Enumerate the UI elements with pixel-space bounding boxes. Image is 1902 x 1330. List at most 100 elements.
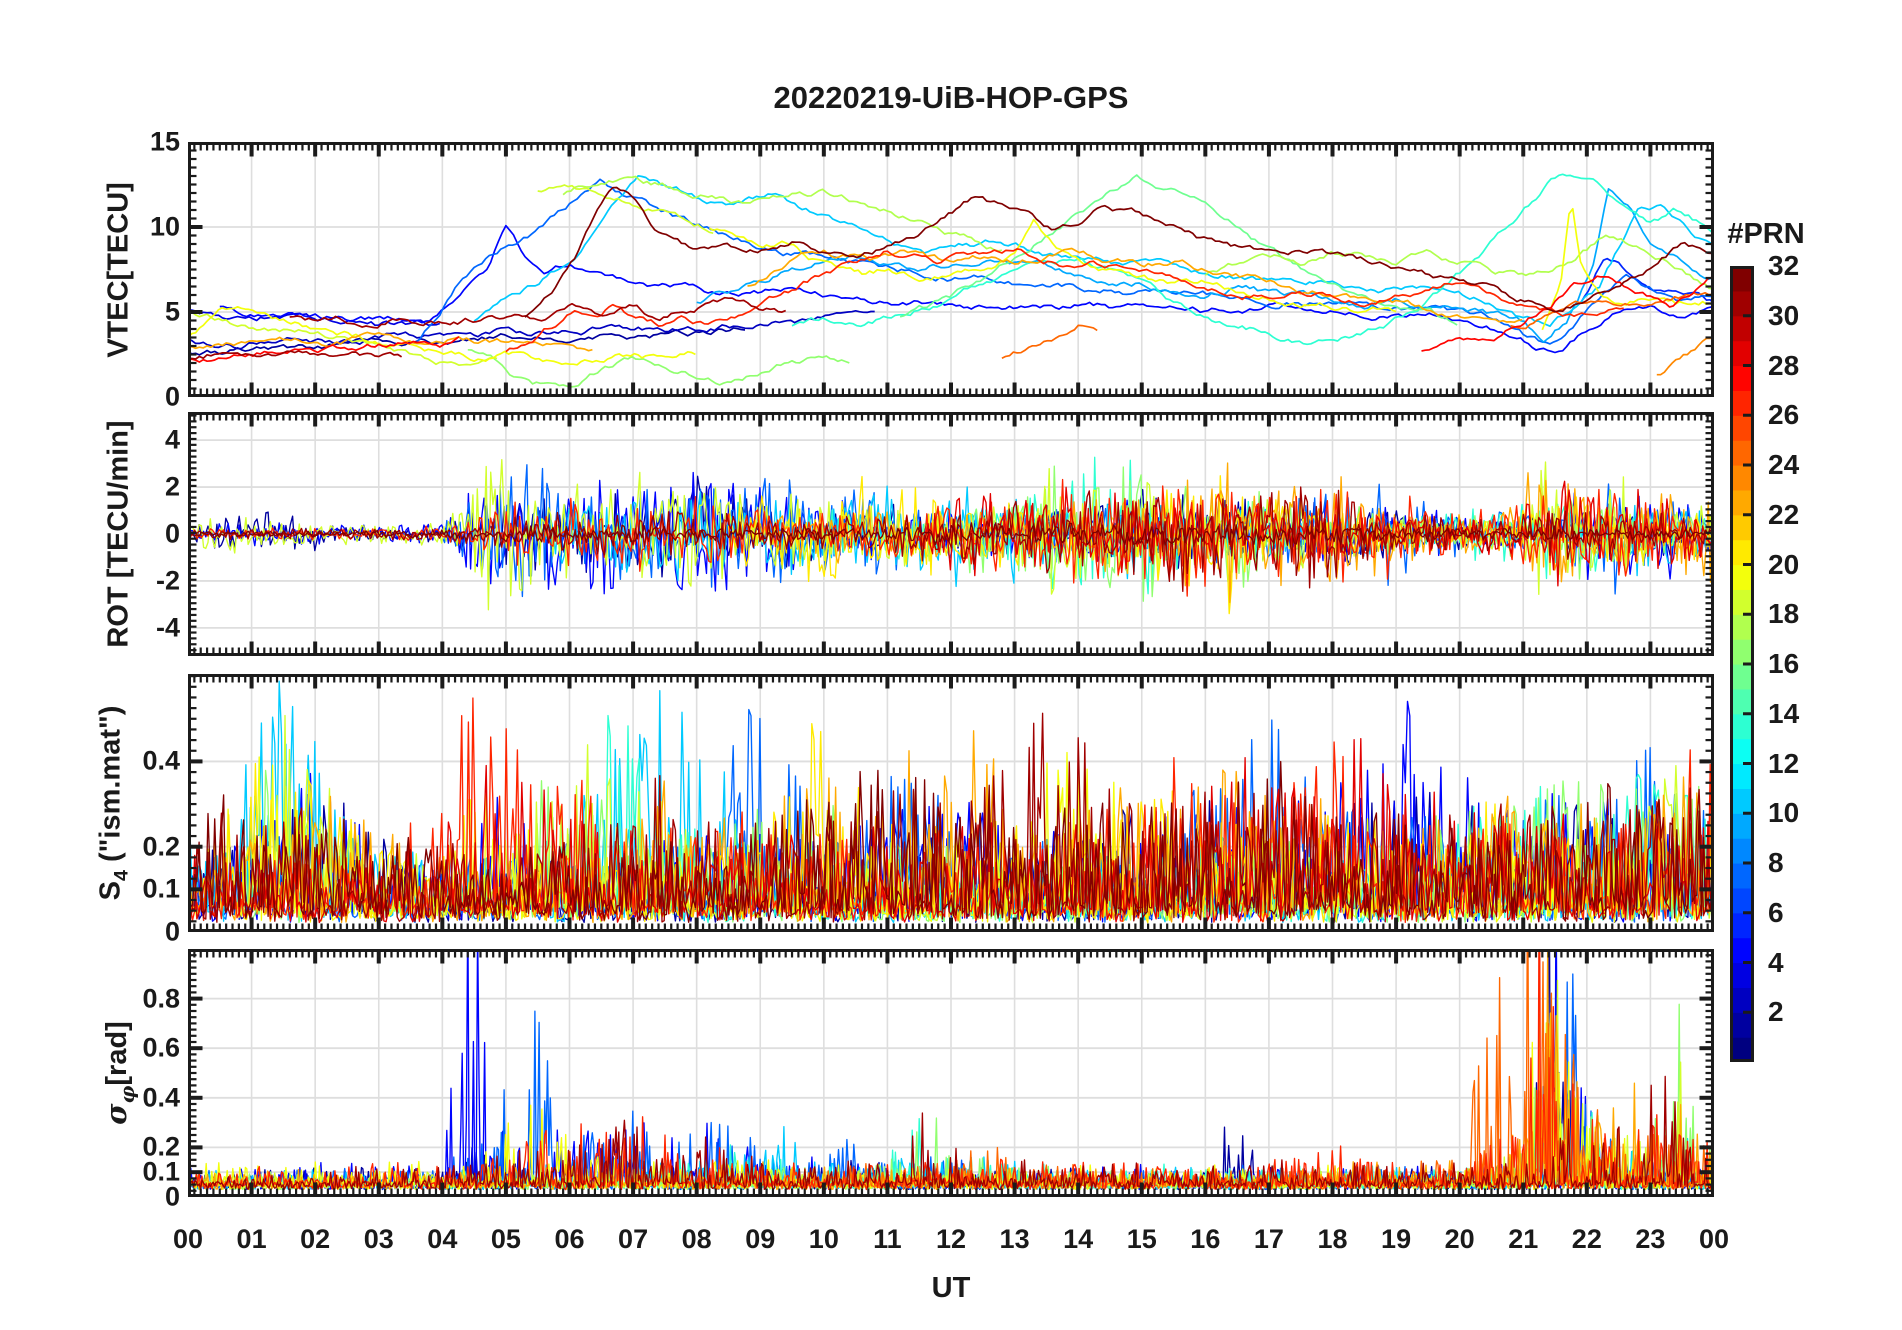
y-tick-label: 0.2	[142, 1131, 180, 1162]
colorbar-cell	[1730, 489, 1754, 516]
colorbar-title: #PRN	[1727, 218, 1805, 250]
colorbar-cell	[1730, 763, 1754, 789]
colorbar-cell	[1730, 290, 1754, 317]
y-tick-label: 0.6	[142, 1032, 180, 1063]
sigma-phi-panel	[188, 949, 1714, 1197]
x-tick-label: 01	[236, 1224, 267, 1254]
x-tick-label: 09	[745, 1224, 776, 1254]
colorbar-tick-label: 6	[1768, 896, 1784, 928]
colorbar-tick-label: 10	[1768, 797, 1800, 829]
y-tick-label: -2	[155, 565, 180, 596]
colorbar-cell	[1730, 639, 1754, 665]
s4-panel	[188, 674, 1714, 932]
x-tick-label: 00	[1698, 1224, 1730, 1254]
colorbar-cell	[1730, 788, 1754, 814]
colorbar-cell	[1730, 987, 1754, 1013]
x-tick-label: 06	[554, 1224, 585, 1254]
colorbar-tick-label: 32	[1768, 250, 1800, 281]
x-tick-label: 17	[1253, 1224, 1284, 1254]
colorbar-cell	[1730, 266, 1754, 292]
x-tick-label: 00	[172, 1224, 204, 1254]
colorbar-cell	[1730, 564, 1754, 590]
colorbar-cell	[1730, 440, 1754, 466]
colorbar-cell	[1730, 315, 1754, 342]
x-tick-label: 04	[427, 1224, 458, 1254]
colorbar-cell	[1730, 365, 1754, 391]
colorbar-cell	[1730, 1012, 1754, 1038]
colorbar-cell	[1730, 390, 1754, 416]
colorbar-tick-label: 4	[1768, 946, 1784, 978]
colorbar-cell	[1730, 887, 1754, 914]
colorbar-cell	[1730, 664, 1754, 690]
x-tick-label: 21	[1508, 1224, 1539, 1254]
colorbar-cell	[1730, 738, 1754, 765]
colorbar-cell	[1730, 614, 1754, 640]
x-tick-label: 14	[1063, 1224, 1094, 1254]
y-tick-label: 0	[164, 381, 180, 412]
colorbar-tick-label: 28	[1768, 349, 1800, 381]
x-tick-label: 13	[999, 1224, 1030, 1254]
y-axis-label-s4: S4 ("ism.mat")	[94, 706, 133, 901]
y-axis-label-vtec: VTEC[TECU]	[103, 182, 136, 358]
x-tick-label: 15	[1126, 1224, 1157, 1254]
colorbar-cell	[1730, 937, 1754, 964]
y-axis-label-vtec-text: VTEC[TECU]	[102, 182, 135, 358]
colorbar-tick-label: 14	[1768, 697, 1800, 729]
x-tick-label: 02	[300, 1224, 331, 1254]
y-tick-label: -4	[155, 612, 180, 643]
x-tick-label: 18	[1317, 1224, 1348, 1254]
colorbar-cell	[1730, 962, 1754, 988]
colorbar-cell	[1730, 589, 1754, 615]
colorbar-tick-label: 30	[1768, 299, 1800, 331]
y-tick-label: 5	[164, 296, 180, 327]
y-tick-label: 0	[164, 916, 180, 947]
x-tick-label: 20	[1444, 1224, 1475, 1254]
x-tick-label: 16	[1190, 1224, 1221, 1254]
x-tick-label: 22	[1571, 1224, 1602, 1254]
colorbar-cell	[1730, 912, 1754, 939]
colorbar-cell	[1730, 539, 1754, 566]
plot-title: 20220219-UiB-HOP-GPS	[773, 80, 1129, 115]
colorbar-cell	[1730, 838, 1754, 864]
colorbar-cell	[1730, 340, 1754, 367]
x-tick-label: 12	[935, 1224, 967, 1254]
y-tick-label: 2	[164, 471, 180, 502]
vtec-panel	[188, 142, 1714, 397]
x-tick-label: 23	[1635, 1224, 1666, 1254]
colorbar-cell	[1730, 465, 1754, 491]
rot-panel	[188, 412, 1714, 656]
x-tick-label: 10	[808, 1224, 839, 1254]
colorbar-tick-label: 8	[1768, 847, 1784, 878]
colorbar-tick-label: 26	[1768, 399, 1800, 431]
x-tick-label: 19	[1381, 1224, 1412, 1254]
y-tick-label: 15	[149, 126, 180, 157]
colorbar-cell	[1730, 514, 1754, 541]
y-tick-label: 0.8	[142, 983, 180, 1014]
colorbar-tick-label: 2	[1768, 996, 1784, 1028]
x-axis-label: UT	[931, 1272, 971, 1304]
y-tick-label: 10	[149, 211, 180, 242]
y-tick-label: 0	[164, 518, 180, 549]
x-tick-label: 08	[681, 1224, 712, 1254]
colorbar-tick-label: 22	[1768, 498, 1800, 530]
colorbar-tick-label: 12	[1768, 747, 1800, 779]
colorbar-cell	[1730, 863, 1754, 889]
y-tick-label: 4	[164, 424, 180, 455]
colorbar-cell	[1730, 813, 1754, 839]
y-tick-label: 0.1	[142, 873, 180, 904]
x-tick-label: 07	[618, 1224, 649, 1254]
colorbar-tick-label: 20	[1768, 548, 1800, 580]
colorbar-cell	[1730, 713, 1754, 740]
colorbar-cell	[1730, 415, 1754, 441]
y-tick-label: 0.4	[142, 745, 180, 776]
y-tick-label: 0.4	[142, 1082, 180, 1113]
figure: 20220219-UiB-HOP-GPS VTEC[TECU] ROT [TEC…	[0, 0, 1902, 1330]
x-tick-label: 05	[490, 1224, 521, 1254]
colorbar-cell	[1730, 1037, 1754, 1062]
colorbar-tick-label: 18	[1768, 598, 1800, 630]
colorbar-cell	[1730, 688, 1754, 715]
colorbar	[1730, 266, 1754, 1062]
x-tick-label: 11	[873, 1224, 902, 1254]
colorbar-tick-label: 16	[1768, 648, 1800, 679]
x-tick-label: 03	[363, 1224, 394, 1254]
